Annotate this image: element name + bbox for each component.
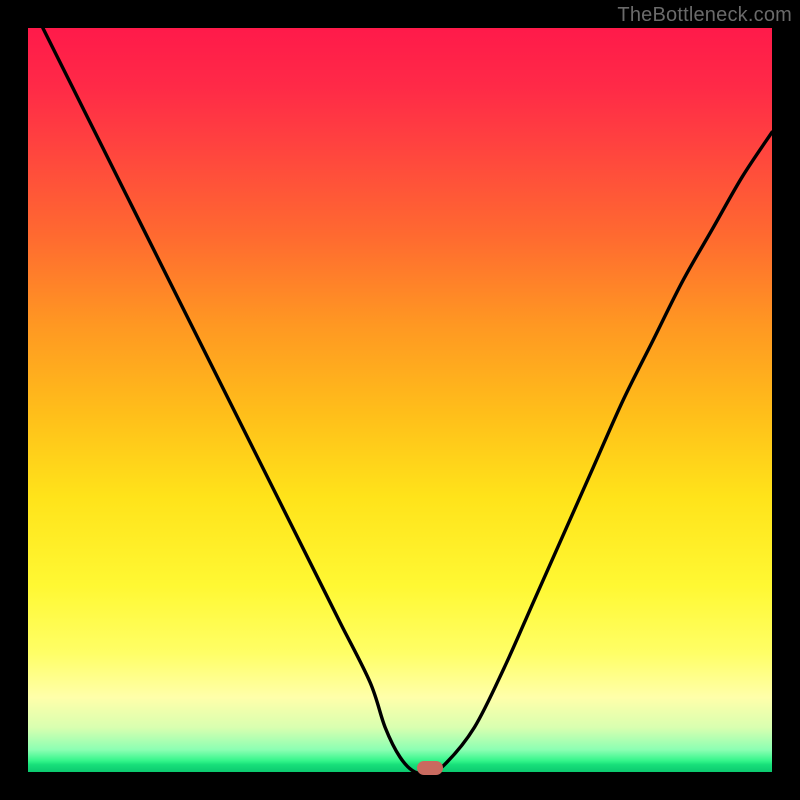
bottleneck-curve <box>28 28 772 772</box>
chart-frame: TheBottleneck.com <box>0 0 800 800</box>
optimum-marker <box>417 761 443 775</box>
plot-area <box>28 28 772 772</box>
watermark-text: TheBottleneck.com <box>617 4 792 27</box>
